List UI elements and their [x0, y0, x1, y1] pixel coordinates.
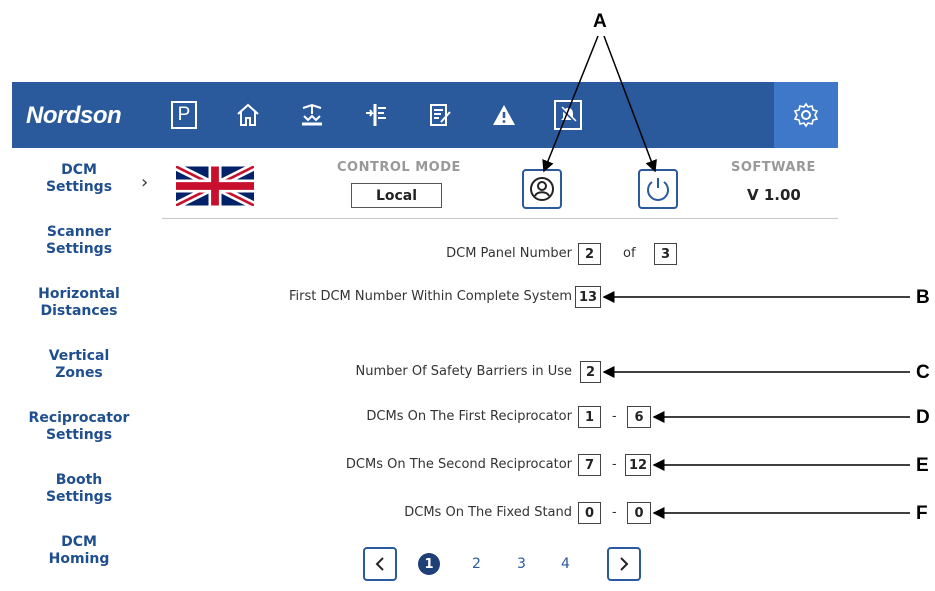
nav-checklist-button[interactable] — [408, 82, 472, 148]
previous-page-button[interactable] — [363, 547, 397, 581]
sidebar-item-label: Settings — [45, 489, 113, 505]
range-separator: - — [612, 409, 617, 424]
sidebar-item-dcm-settings[interactable]: DCM Settings — [20, 148, 138, 210]
chevron-left-icon — [375, 557, 384, 571]
home-icon — [237, 103, 259, 126]
sidebar-item-label: DCM — [61, 534, 97, 550]
nav-parking-button[interactable]: P — [152, 82, 216, 148]
parking-icon: P — [171, 101, 197, 129]
page-3-link[interactable]: 3 — [517, 556, 526, 572]
sidebar-item-scanner-settings[interactable]: Scanner Settings — [20, 210, 138, 274]
control-mode-label: CONTROL MODE — [337, 160, 461, 175]
sidebar-item-label: Scanner — [46, 224, 112, 240]
sidebar-item-label: Settings — [45, 241, 113, 257]
page-1-indicator[interactable]: 1 — [418, 553, 440, 575]
page-4-link[interactable]: 4 — [561, 556, 570, 572]
software-label: SOFTWARE — [731, 160, 816, 175]
sidebar-item-horizontal-distances[interactable]: Horizontal Distances — [20, 272, 138, 336]
sidebar-item-reciprocator-settings[interactable]: Reciprocator Settings — [20, 396, 138, 460]
callout-c: C — [916, 362, 930, 383]
callout-f: F — [916, 503, 928, 524]
second-reciprocator-from-field[interactable]: 7 — [578, 454, 601, 476]
sidebar-item-label: Reciprocator — [28, 410, 130, 426]
panel-number-field[interactable]: 2 — [578, 243, 601, 265]
parking-label: P — [177, 104, 191, 125]
range-separator: - — [612, 505, 617, 520]
spray-gun-icon — [302, 103, 322, 126]
callout-e: E — [916, 455, 929, 476]
sidebar-item-label: Settings — [45, 179, 113, 195]
top-nav-bar: Nordson P — [12, 82, 838, 148]
sidebar-item-label: Homing — [48, 551, 110, 567]
callout-b: B — [916, 287, 930, 308]
control-mode-value[interactable]: Local — [351, 183, 442, 208]
sidebar-item-label: Horizontal — [38, 286, 120, 302]
reciprocator-icon — [366, 104, 386, 126]
second-reciprocator-label: DCMs On The Second Reciprocator — [345, 457, 572, 472]
panel-number-label: DCM Panel Number — [446, 246, 572, 261]
second-reciprocator-to-field[interactable]: 12 — [625, 454, 651, 476]
chevron-right-icon — [620, 557, 629, 571]
uk-flag-icon[interactable] — [176, 166, 254, 206]
sidebar-item-label: Distances — [40, 303, 118, 319]
nordson-logo: Nordson — [26, 102, 122, 129]
fixed-stand-from-field[interactable]: 0 — [578, 502, 601, 524]
first-reciprocator-to-field[interactable]: 6 — [627, 406, 651, 428]
nav-home-button[interactable] — [216, 82, 280, 148]
safety-barriers-label: Number Of Safety Barriers in Use — [355, 364, 573, 379]
sidebar-item-label: Zones — [55, 365, 103, 381]
warning-icon — [493, 105, 515, 125]
first-reciprocator-label: DCMs On The First Reciprocator — [366, 409, 572, 424]
fixed-stand-to-field[interactable]: 0 — [627, 502, 651, 524]
settings-sidebar: DCM Settings Scanner Settings Horizontal Di… — [12, 148, 148, 591]
alarm-muted-icon — [554, 100, 582, 130]
page-2-link[interactable]: 2 — [472, 556, 481, 572]
sidebar-item-label: Vertical — [48, 348, 110, 364]
nav-warning-button[interactable] — [472, 82, 536, 148]
power-button[interactable] — [638, 169, 678, 209]
chevron-right-icon: › — [141, 172, 149, 193]
sidebar-item-label: DCM — [61, 162, 97, 178]
header-divider — [162, 218, 838, 219]
software-version: V 1.00 — [747, 186, 801, 204]
callout-d: D — [916, 407, 930, 428]
user-account-icon — [530, 177, 554, 201]
first-dcm-label: First DCM Number Within Complete System — [288, 289, 572, 304]
next-page-button[interactable] — [607, 547, 641, 581]
sidebar-item-vertical-zones[interactable]: Vertical Zones — [20, 334, 138, 398]
sidebar-item-label: Settings — [45, 427, 113, 443]
first-reciprocator-from-field[interactable]: 1 — [578, 406, 601, 428]
nav-settings-button[interactable] — [774, 82, 838, 148]
of-label: of — [623, 246, 636, 261]
nav-alarm-mute-button[interactable] — [536, 82, 600, 148]
panel-total-field[interactable]: 3 — [654, 243, 677, 265]
first-dcm-field[interactable]: 13 — [575, 286, 601, 308]
sidebar-item-dcm-homing[interactable]: DCM Homing — [20, 520, 138, 582]
range-separator: - — [612, 457, 617, 472]
checklist-icon — [430, 104, 451, 126]
safety-barriers-field[interactable]: 2 — [580, 361, 601, 383]
power-icon — [647, 178, 669, 201]
nav-spray-button[interactable] — [280, 82, 344, 148]
nav-reciprocator-button[interactable] — [344, 82, 408, 148]
gear-icon — [793, 102, 819, 128]
hmi-screen: Nordson P DCM Settings Scanner Settings … — [12, 82, 838, 591]
sidebar-item-booth-settings[interactable]: Booth Settings — [20, 458, 138, 522]
callout-a: A — [593, 11, 607, 32]
user-login-button[interactable] — [522, 169, 562, 209]
fixed-stand-label: DCMs On The Fixed Stand — [404, 505, 572, 520]
sidebar-item-label: Booth — [55, 472, 103, 488]
